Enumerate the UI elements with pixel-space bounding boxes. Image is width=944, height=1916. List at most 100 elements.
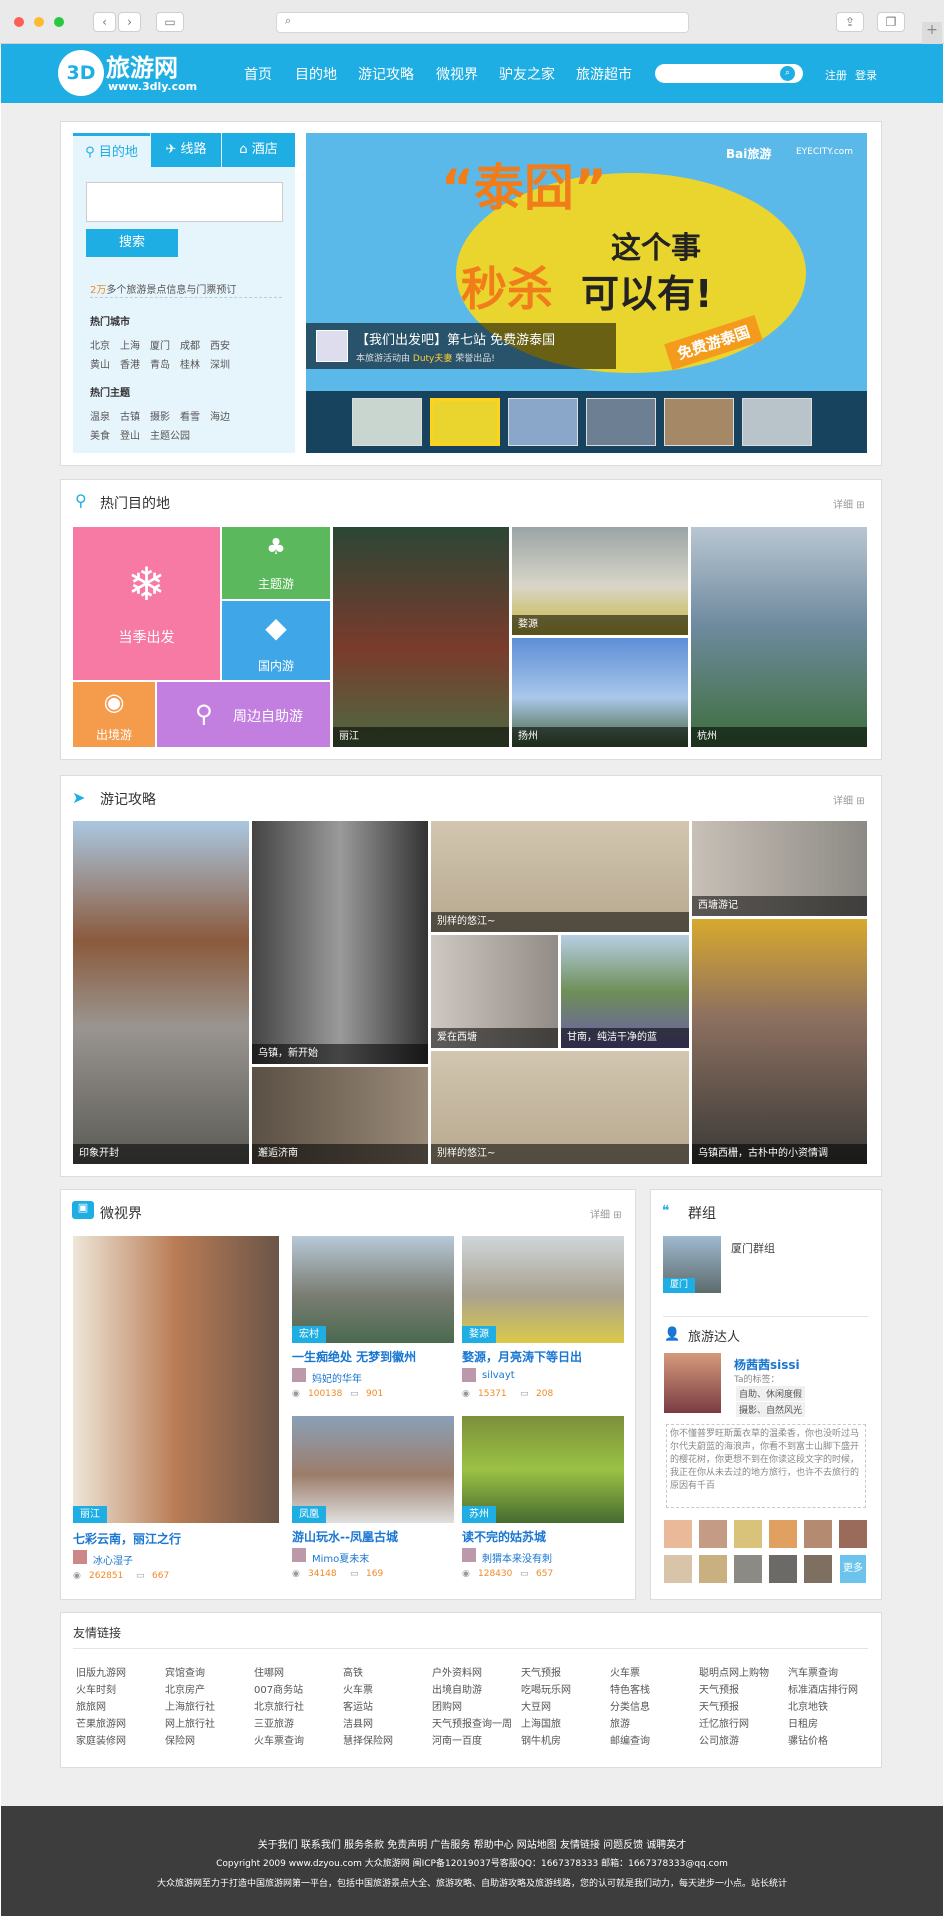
site-logo[interactable]: 3D xyxy=(58,50,104,96)
hot-city-link[interactable]: 黄山 xyxy=(90,356,110,371)
nav-travel-market[interactable]: 旅游超市 xyxy=(576,64,632,84)
friend-link[interactable]: 标准酒店排行网 xyxy=(788,1681,858,1696)
friend-link[interactable]: 日租房 xyxy=(788,1715,818,1730)
expert-avatar-thumb[interactable] xyxy=(664,1520,692,1548)
micro-view-user[interactable]: 妈妃的华年 xyxy=(312,1370,362,1385)
expert-tag-1[interactable]: 自助、休闲度假 xyxy=(736,1386,806,1401)
friend-link[interactable]: 聪明点网上购物 xyxy=(699,1664,769,1679)
tab-route[interactable]: ✈ 线路 xyxy=(151,133,221,167)
micro-view-user[interactable]: silvayt xyxy=(482,1370,515,1381)
tile-nearby[interactable]: ⚲ 周边自助游 xyxy=(157,682,330,747)
expert-avatar-thumb[interactable] xyxy=(699,1520,727,1548)
search-button[interactable]: 搜索 xyxy=(86,229,178,257)
friend-link[interactable]: 北京房产 xyxy=(165,1681,205,1696)
note-jinan[interactable]: 邂逅济南 xyxy=(252,1067,428,1164)
banner-thumb-1[interactable] xyxy=(352,398,422,446)
hot-city-link[interactable]: 西安 xyxy=(210,337,230,352)
tile-seasonal[interactable]: ❄ 当季出发 xyxy=(73,527,220,680)
nav-micro-view[interactable]: 微视界 xyxy=(436,64,478,84)
friend-link[interactable]: 高铁 xyxy=(343,1664,363,1679)
friend-link[interactable]: 洁县网 xyxy=(343,1715,373,1730)
featured-lijiang-photo[interactable]: 丽江 xyxy=(73,1236,279,1523)
friend-link[interactable]: 007商务站 xyxy=(254,1681,303,1696)
nav-home[interactable]: 首页 xyxy=(244,64,272,84)
note-gannan[interactable]: 甘南，纯洁干净的蓝 xyxy=(561,935,689,1048)
micro-view-more[interactable]: 详细 ⊞ xyxy=(590,1206,622,1221)
friend-link[interactable]: 旧版九游网 xyxy=(76,1664,126,1679)
banner-thumb-5[interactable] xyxy=(664,398,734,446)
friend-link[interactable]: 天气预报查询一周 xyxy=(432,1715,512,1730)
friend-link[interactable]: 旅旅网 xyxy=(76,1698,106,1713)
friend-link[interactable]: 火车票 xyxy=(610,1664,640,1679)
expert-avatar-thumb[interactable] xyxy=(734,1520,762,1548)
friend-link[interactable]: 家庭装修网 xyxy=(76,1732,126,1747)
expert-avatar[interactable] xyxy=(664,1353,721,1413)
group-photo[interactable]: 厦门 xyxy=(663,1236,721,1293)
back-icon[interactable]: ‹ xyxy=(93,12,116,32)
travel-notes-more[interactable]: 详细 ⊞ xyxy=(833,792,865,807)
friend-link[interactable]: 网上旅行社 xyxy=(165,1715,215,1730)
destination-input[interactable] xyxy=(86,182,283,222)
friend-link[interactable]: 保险网 xyxy=(165,1732,195,1747)
hot-topic-link[interactable]: 海边 xyxy=(210,408,230,423)
expert-avatar-thumb[interactable] xyxy=(804,1555,832,1583)
place-hangzhou[interactable]: 杭州 xyxy=(691,527,867,747)
hot-topic-link[interactable]: 古镇 xyxy=(120,408,140,423)
friend-link[interactable]: 三亚旅游 xyxy=(254,1715,294,1730)
new-tab-button[interactable]: + xyxy=(922,22,942,44)
hot-city-link[interactable]: 成都 xyxy=(180,337,200,352)
hot-city-link[interactable]: 桂林 xyxy=(180,356,200,371)
tile-outbound[interactable]: ◉ 出境游 xyxy=(73,682,155,747)
sidebar-icon[interactable]: ▭ xyxy=(156,12,184,32)
place-lijiang[interactable]: 丽江 xyxy=(333,527,509,747)
place-yangzhou[interactable]: 扬州 xyxy=(512,638,688,747)
friend-link[interactable]: 骡钻价格 xyxy=(788,1732,828,1747)
expert-avatar-thumb[interactable] xyxy=(804,1520,832,1548)
friend-link[interactable]: 北京地铁 xyxy=(788,1698,828,1713)
friend-link[interactable]: 旅游 xyxy=(610,1715,630,1730)
friend-link[interactable]: 火车票查询 xyxy=(254,1732,304,1747)
expert-tag-2[interactable]: 摄影、自然风光 xyxy=(736,1402,806,1417)
banner-thumb-6[interactable] xyxy=(742,398,812,446)
tile-theme[interactable]: ♣ 主题游 xyxy=(222,527,330,599)
featured-title[interactable]: 七彩云南，丽江之行 xyxy=(73,1530,181,1547)
hot-destinations-more[interactable]: 详细 ⊞ xyxy=(833,496,865,511)
hot-city-link[interactable]: 深圳 xyxy=(210,356,230,371)
tile-domestic[interactable]: ◆ 国内游 xyxy=(222,601,330,680)
micro-view-item-title[interactable]: 一生痴绝处 无梦到徽州 xyxy=(292,1348,416,1365)
micro-view-photo[interactable]: 宏村 xyxy=(292,1236,454,1343)
site-search-icon[interactable]: ⌕ xyxy=(780,66,795,81)
banner-thumb-4[interactable] xyxy=(586,398,656,446)
expert-avatar-thumb[interactable] xyxy=(839,1520,867,1548)
banner-thumb-2[interactable] xyxy=(430,398,500,446)
note-youjiang-1[interactable]: 别样的悠江~ xyxy=(431,821,689,932)
hot-topic-link[interactable]: 美食 xyxy=(90,427,110,442)
friend-link[interactable]: 火车时刻 xyxy=(76,1681,116,1696)
hot-city-link[interactable]: 青岛 xyxy=(150,356,170,371)
friend-link[interactable]: 住哪网 xyxy=(254,1664,284,1679)
featured-user[interactable]: 冰心湿子 xyxy=(93,1552,133,1567)
note-xitang-diary[interactable]: 西塘游记 xyxy=(692,821,867,916)
friend-link[interactable]: 钢牛机房 xyxy=(521,1732,561,1747)
forward-icon[interactable]: › xyxy=(118,12,141,32)
login-link[interactable]: 登录 xyxy=(855,67,877,83)
expert-name[interactable]: 杨茜茜sissi xyxy=(734,1356,800,1373)
note-youjiang-2[interactable]: 别样的悠江~ xyxy=(431,1051,689,1164)
hot-topic-link[interactable]: 登山 xyxy=(120,427,140,442)
friend-link[interactable]: 出境自助游 xyxy=(432,1681,482,1696)
expert-avatar-thumb[interactable] xyxy=(769,1520,797,1548)
micro-view-item-title[interactable]: 婺源，月亮涛下等日出 xyxy=(462,1348,582,1365)
hot-city-link[interactable]: 香港 xyxy=(120,356,140,371)
banner-thumb-3[interactable] xyxy=(508,398,578,446)
note-wuzhen[interactable]: 乌镇，新开始 xyxy=(252,821,428,1064)
expert-avatar-thumb[interactable] xyxy=(734,1555,762,1583)
friend-link[interactable]: 团购网 xyxy=(432,1698,462,1713)
friend-link[interactable]: 公司旅游 xyxy=(699,1732,739,1747)
friend-link[interactable]: 天气预报 xyxy=(699,1681,739,1696)
expert-avatar-thumb[interactable] xyxy=(664,1555,692,1583)
friend-link[interactable]: 北京旅行社 xyxy=(254,1698,304,1713)
friend-link[interactable]: 河南一百度 xyxy=(432,1732,482,1747)
micro-view-item-title[interactable]: 读不完的姑苏城 xyxy=(462,1528,546,1545)
friend-link[interactable]: 特色客栈 xyxy=(610,1681,650,1696)
footer-links[interactable]: 关于我们 联系我们 服务条款 免责声明 广告服务 帮助中心 网站地图 友情链接 … xyxy=(1,1836,943,1851)
